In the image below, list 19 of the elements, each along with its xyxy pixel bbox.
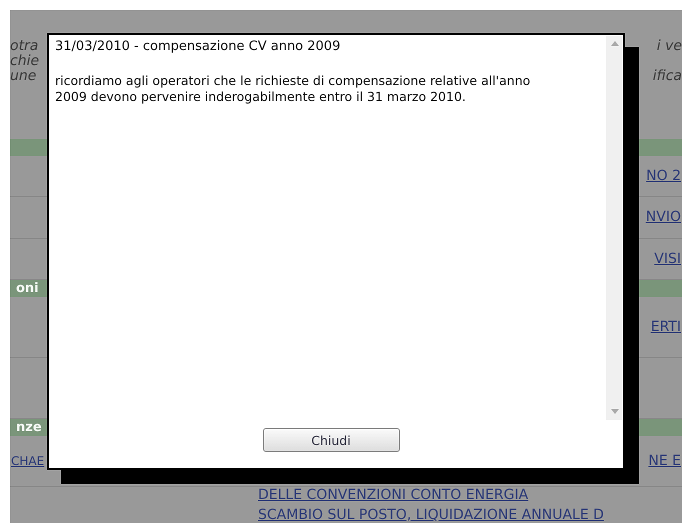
message-text: ricordiamo agli operatori che le richieste di compensazione relative all'anno 2009 devono pervenire inderogabilmente entro il 31 marzo 2010. [55,73,532,105]
news-link[interactable]: ERTI [650,319,682,336]
intro-text: ifica [652,68,682,83]
news-link[interactable]: NE E [647,452,682,469]
scroll-up-icon[interactable] [610,41,618,46]
news-link[interactable]: CHAE [10,454,46,468]
close-button[interactable]: Chiudi [262,428,400,452]
scroll-down-icon[interactable] [610,409,618,414]
news-link[interactable]: VISI [653,251,682,268]
intro-text: chie [10,53,40,68]
intro-text: otra [10,38,38,53]
intro-text: une [10,68,36,83]
news-link[interactable]: NVIO [644,209,682,226]
news-link[interactable]: SCAMBIO SUL POSTO, LIQUIDAZIONE ANNUALE D [257,507,682,523]
scrollbar[interactable] [606,35,623,420]
intro-text: i ve [656,38,682,53]
news-link[interactable]: NO 2 [645,168,682,184]
news-link[interactable]: DELLE CONVENZIONI CONTO ENERGIA [257,487,682,503]
message-title: 31/03/2010 - compensazione CV anno 2009 [55,39,342,55]
